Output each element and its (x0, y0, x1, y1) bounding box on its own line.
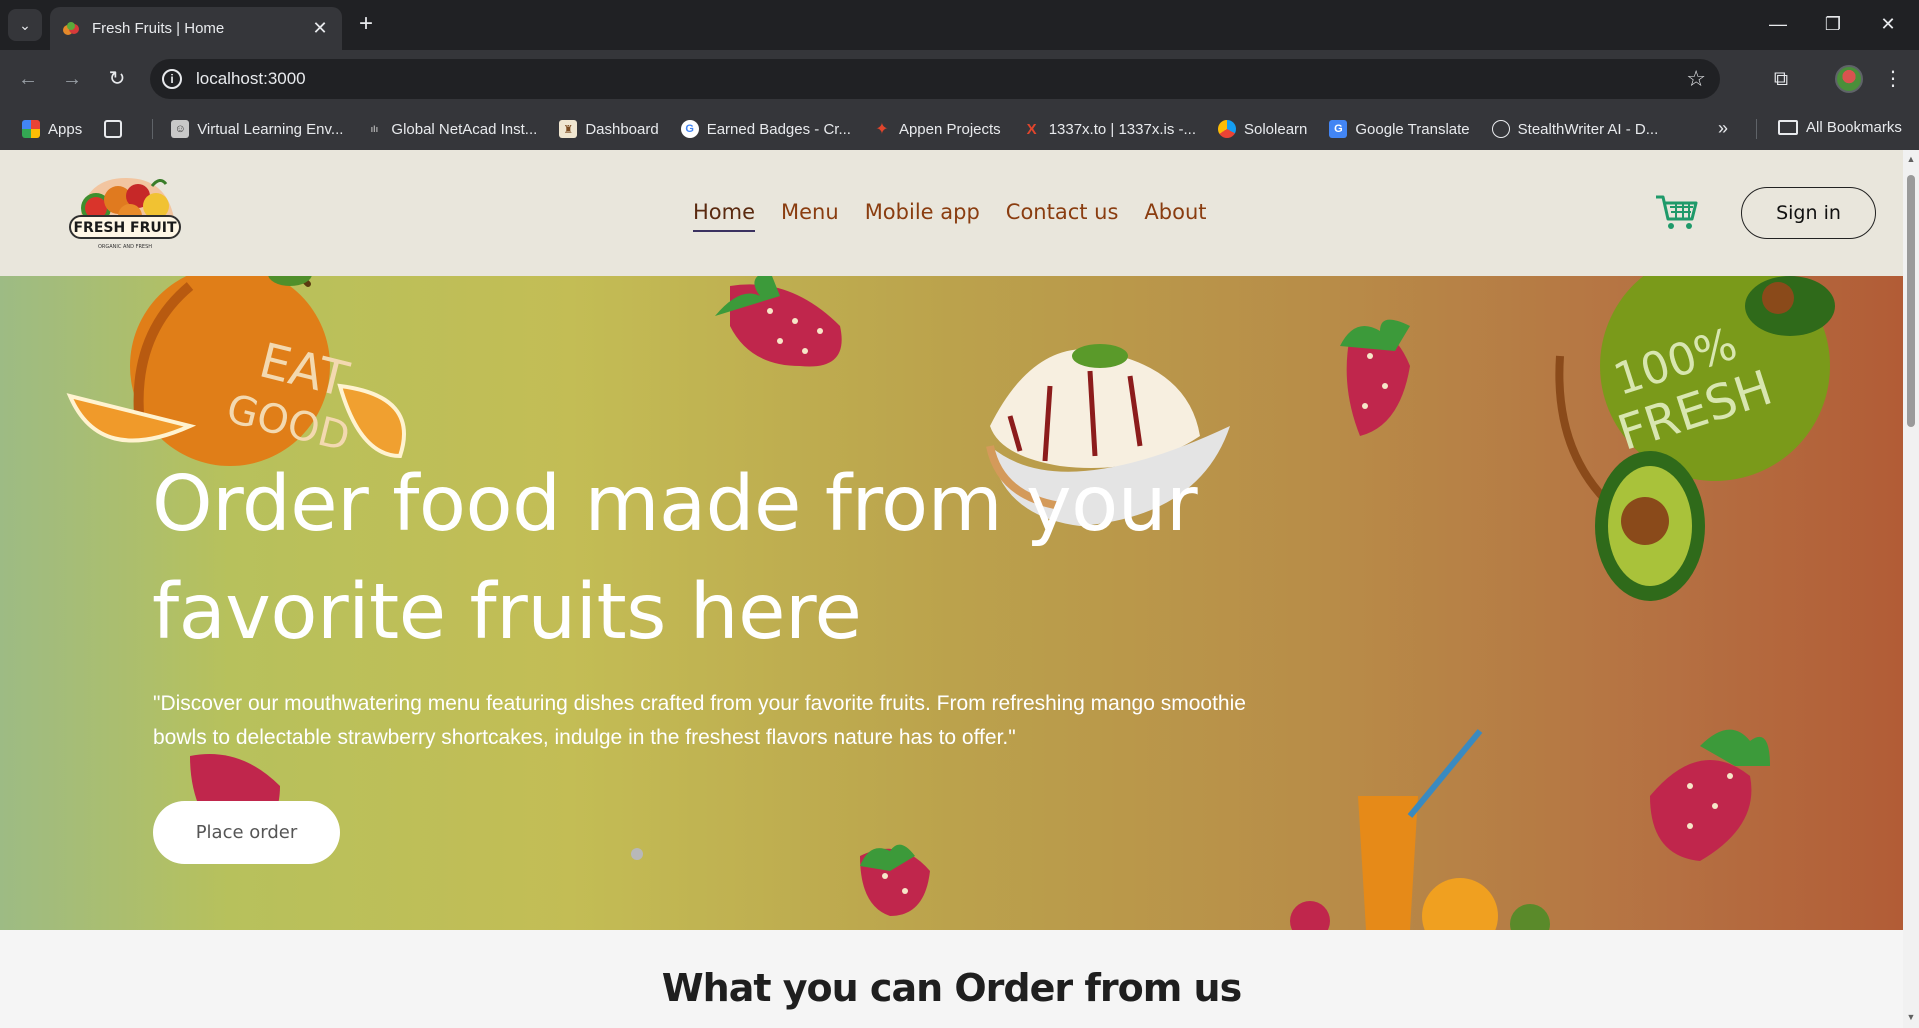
nav-menu[interactable]: Menu (781, 200, 839, 232)
restore-icon[interactable]: ❐ (1813, 12, 1853, 38)
new-tab-icon[interactable]: + (352, 11, 380, 39)
bookmark-label: Dashboard (585, 120, 659, 138)
orange-eat-good-illustration: EAT GOOD (66, 276, 406, 466)
folder-icon (1778, 120, 1798, 135)
bookmark-apps[interactable]: Apps (22, 120, 82, 138)
browser-menu-icon[interactable]: ⋮ (1878, 64, 1908, 94)
bookmark-item[interactable]: G Earned Badges - Cr... (680, 120, 851, 138)
avocado-100-fresh-illustration: 100% FRESH (1555, 276, 1835, 601)
logo-tagline: ORGANIC AND FRESH (98, 244, 152, 250)
bookmark-item[interactable]: ✦ Appen Projects (873, 120, 1001, 139)
stealthwriter-icon (1491, 120, 1510, 138)
bookmark-star-icon[interactable]: ☆ (1686, 66, 1706, 92)
bookmark-label: Apps (48, 120, 83, 138)
forward-icon[interactable]: → (58, 65, 86, 93)
logo-text: FRESH FRUIT (73, 220, 177, 236)
address-url[interactable]: localhost:3000 (196, 69, 306, 89)
bookmark-label: Sololearn (1244, 120, 1308, 138)
bookmark-item[interactable]: X 1337x.to | 1337x.is -... (1023, 120, 1196, 138)
google-translate-icon: G (1329, 120, 1348, 138)
grid-icon (104, 120, 123, 138)
browser-toolbar: ← → ↻ i localhost:3000 ☆ ⧉ ⋮ (0, 50, 1919, 108)
bookmark-item[interactable]: StealthWriter AI - D... (1491, 120, 1659, 138)
bookmarks-bar: Apps ☺ Virtual Learning Env... ılı Globa… (0, 108, 1919, 150)
bookmark-separator (1756, 119, 1757, 139)
tab-title: Fresh Fruits | Home (92, 20, 225, 37)
tab-close-icon[interactable]: ✕ (310, 18, 330, 39)
cisco-icon: ılı (370, 124, 379, 134)
bookmark-label: Appen Projects (898, 120, 1001, 138)
dashboard-icon: ♜ (559, 120, 578, 138)
robot-icon: ☺ (171, 120, 190, 138)
bookmark-label: Virtual Learning Env... (197, 120, 344, 138)
bookmark-item[interactable]: G Google Translate (1329, 120, 1470, 138)
window-close-icon[interactable]: ✕ (1868, 12, 1908, 38)
hero-heading-line2: favorite fruits here (152, 568, 862, 657)
bookmark-item[interactable]: Sololearn (1218, 120, 1307, 138)
cart-icon[interactable] (1654, 193, 1698, 231)
bookmark-item[interactable]: ☺ Virtual Learning Env... (171, 120, 343, 138)
x-icon: X (1026, 120, 1037, 138)
google-icon: G (680, 120, 699, 138)
profile-avatar[interactable] (1835, 65, 1863, 93)
browser-tab-active[interactable]: Fresh Fruits | Home ✕ (50, 7, 342, 50)
hero-heading: Order food made from your favorite fruit… (152, 451, 1302, 667)
section-title: What you can Order from us (661, 966, 1242, 1010)
bookmark-grid[interactable] (104, 120, 130, 138)
nav-home[interactable]: Home (693, 200, 756, 232)
all-bookmarks-label: All Bookmarks (1806, 119, 1902, 136)
minimize-icon[interactable]: — (1758, 12, 1798, 38)
extensions-icon[interactable]: ⧉ (1766, 64, 1796, 94)
apps-grid-icon (22, 120, 40, 138)
bookmark-label: Global NetAcad Inst... (391, 120, 538, 138)
bookmark-label: StealthWriter AI - D... (1517, 120, 1659, 138)
carousel-dot[interactable] (631, 848, 643, 860)
hero-banner: EAT GOOD 100% FRESH Order food made from… (0, 276, 1903, 930)
tab-favicon-icon (63, 21, 79, 35)
hero-heading-line1: Order food made from your (152, 460, 1198, 549)
page-viewport: FRESH FRUIT ORGANIC AND FRESH Home Menu … (0, 150, 1903, 1028)
nav-mobile-app[interactable]: Mobile app (865, 200, 980, 232)
bookmark-item[interactable]: ♜ Dashboard (559, 120, 659, 138)
back-icon[interactable]: ← (14, 65, 42, 93)
bookmark-label: 1337x.to | 1337x.is -... (1048, 120, 1196, 138)
fresh-fruit-logo[interactable]: FRESH FRUIT ORGANIC AND FRESH (66, 172, 184, 254)
sign-in-button[interactable]: Sign in (1741, 187, 1876, 239)
tab-search-chevron-icon[interactable]: ⌄ (8, 9, 42, 41)
appen-icon: ✦ (875, 121, 889, 138)
scroll-up-icon[interactable]: ▲ (1906, 154, 1916, 164)
bookmark-label: Earned Badges - Cr... (706, 120, 851, 138)
page-scrollbar[interactable]: ▲ ▼ (1903, 150, 1919, 1028)
reload-icon[interactable]: ↻ (103, 65, 131, 93)
scroll-down-icon[interactable]: ▼ (1906, 1012, 1916, 1022)
nav-about[interactable]: About (1144, 200, 1206, 232)
site-header: FRESH FRUIT ORGANIC AND FRESH Home Menu … (0, 150, 1903, 276)
site-info-icon[interactable]: i (162, 69, 182, 89)
all-bookmarks[interactable]: All Bookmarks (1778, 119, 1902, 136)
sololearn-icon (1218, 120, 1236, 138)
main-nav: Home Menu Mobile app Contact us About (693, 200, 1207, 232)
address-bar[interactable]: i localhost:3000 ☆ (150, 59, 1720, 99)
scrollbar-thumb[interactable] (1907, 175, 1915, 427)
more-bookmarks-icon[interactable]: » (1718, 118, 1728, 139)
bookmark-separator (152, 119, 154, 139)
nav-contact-us[interactable]: Contact us (1006, 200, 1119, 232)
browser-tabstrip: ⌄ Fresh Fruits | Home ✕ + — ❐ ✕ (0, 0, 1919, 50)
place-order-button[interactable]: Place order (153, 801, 340, 864)
bookmark-label: Google Translate (1355, 120, 1470, 138)
hero-description: "Discover our mouthwatering menu featuri… (153, 692, 1246, 749)
juice-glass-illustration (1290, 729, 1550, 930)
bookmark-item[interactable]: ılı Global NetAcad Inst... (365, 120, 538, 138)
